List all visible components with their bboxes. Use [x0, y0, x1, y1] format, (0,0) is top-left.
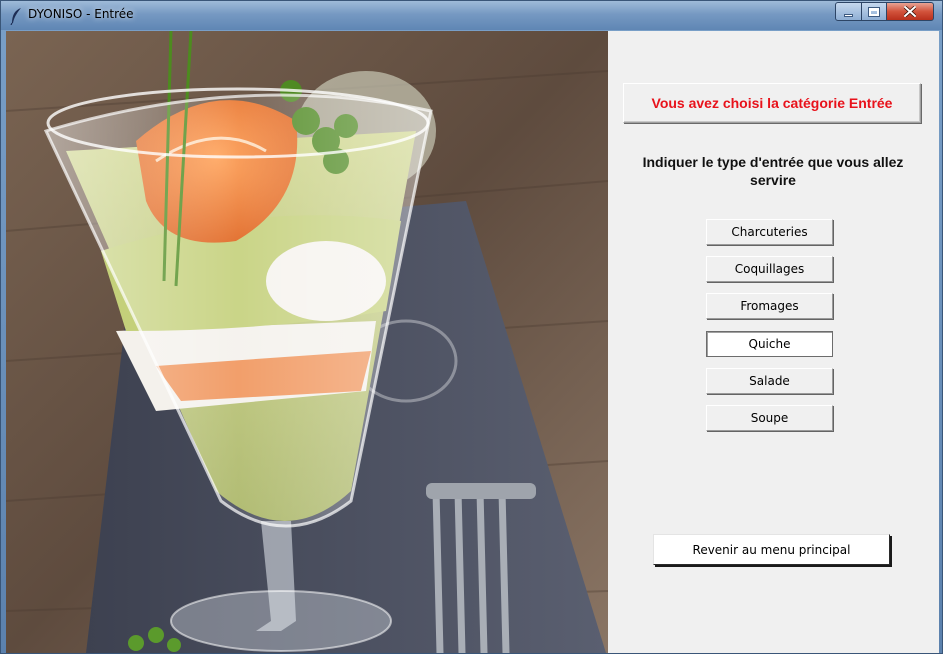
instruction-text: Indiquer le type d'entrée que vous allez…	[642, 154, 904, 188]
category-banner: Vous avez choisi la catégorie Entrée	[623, 83, 921, 123]
food-photo	[6, 31, 608, 653]
maximize-icon	[868, 6, 880, 17]
close-button[interactable]	[886, 2, 934, 21]
charcuteries-button[interactable]: Charcuteries	[706, 219, 833, 245]
salade-button[interactable]: Salade	[706, 368, 833, 394]
minimize-icon	[844, 13, 853, 17]
app-window: DYONISO - Entrée Vous avez choisi la cat…	[0, 0, 943, 654]
soupe-button[interactable]: Soupe	[706, 405, 833, 431]
back-to-main-menu-button[interactable]: Revenir au menu principal	[653, 534, 890, 565]
window-title: DYONISO - Entrée	[28, 7, 134, 21]
coquillages-button[interactable]: Coquillages	[706, 256, 833, 282]
title-bar[interactable]: DYONISO - Entrée	[1, 1, 942, 30]
client-area: Vous avez choisi la catégorie Entrée Ind…	[6, 31, 939, 653]
fromages-button[interactable]: Fromages	[706, 293, 833, 319]
maximize-button[interactable]	[861, 2, 887, 21]
quiche-button[interactable]: Quiche	[706, 331, 833, 357]
feather-icon	[9, 7, 23, 26]
minimize-button[interactable]	[835, 2, 862, 21]
close-icon	[904, 6, 916, 17]
right-panel: Vous avez choisi la catégorie Entrée Ind…	[608, 31, 939, 653]
